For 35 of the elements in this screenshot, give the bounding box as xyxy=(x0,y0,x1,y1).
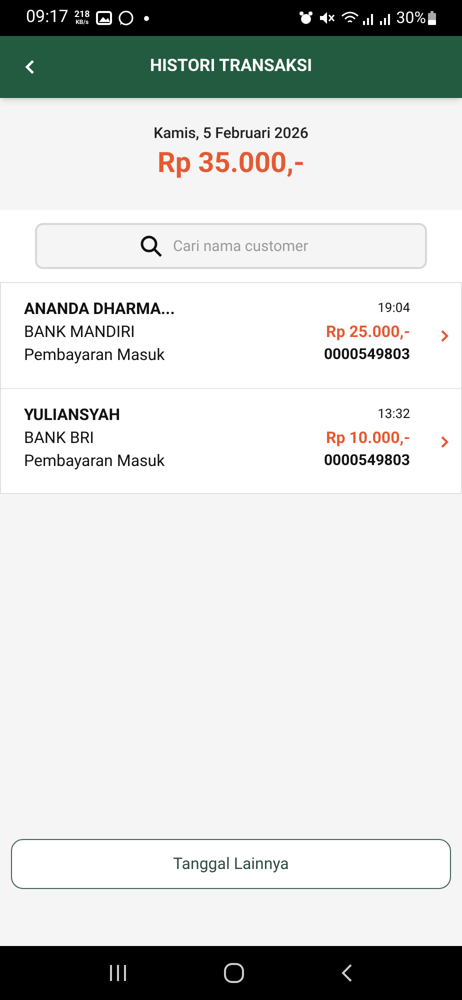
transaction-item[interactable]: ANANDA DHARMA... BANK MANDIRI Pembayaran Masuk 19:04 Rp 25.000,- 0000549803 xyxy=(1,283,461,388)
customer-name: YULIANSYAH xyxy=(24,404,121,426)
wifi-icon xyxy=(341,11,360,25)
chat-icon xyxy=(118,10,134,26)
other-dates-button[interactable]: Tanggal Lainnya xyxy=(11,839,451,889)
bank-name: BANK MANDIRI xyxy=(24,321,136,343)
reference-number: 0000549803 xyxy=(324,450,410,471)
back-icon xyxy=(25,59,35,75)
mute-icon xyxy=(319,11,336,25)
chevron-right-icon xyxy=(440,435,449,449)
search-field[interactable]: Cari nama customer xyxy=(35,223,427,269)
customer-name: ANANDA DHARMA... xyxy=(24,298,176,320)
date-label: Kamis, 5 Februari 2026 xyxy=(154,123,308,144)
clock: 09:17 xyxy=(26,6,68,30)
transaction-time: 19:04 xyxy=(378,300,410,318)
search-icon xyxy=(139,234,163,258)
reference-number: 0000549803 xyxy=(324,344,410,365)
battery-level: 30% xyxy=(396,7,426,29)
transaction-item[interactable]: YULIANSYAH BANK BRI Pembayaran Masuk 13:32 Rp 10.000,- 0000549803 xyxy=(1,388,461,493)
transaction-amount: Rp 25.000,- xyxy=(326,321,410,343)
transaction-amount: Rp 10.000,- xyxy=(326,427,410,449)
bank-name: BANK BRI xyxy=(24,427,96,449)
chevron-right-icon xyxy=(440,329,449,343)
dot-icon xyxy=(144,16,149,20)
recent-apps-icon xyxy=(108,965,127,981)
transaction-type: Pembayaran Masuk xyxy=(24,344,166,366)
home-icon xyxy=(224,963,244,983)
network-speed: 218 xyxy=(74,10,90,20)
total-amount: Rp 35.000,- xyxy=(157,144,304,180)
transaction-time: 13:32 xyxy=(378,406,410,424)
image-icon xyxy=(96,11,112,25)
page-title: HISTORI TRANSAKSI xyxy=(150,55,312,78)
battery-icon xyxy=(428,11,436,25)
transaction-type: Pembayaran Masuk xyxy=(24,450,166,472)
back-icon xyxy=(341,964,354,982)
